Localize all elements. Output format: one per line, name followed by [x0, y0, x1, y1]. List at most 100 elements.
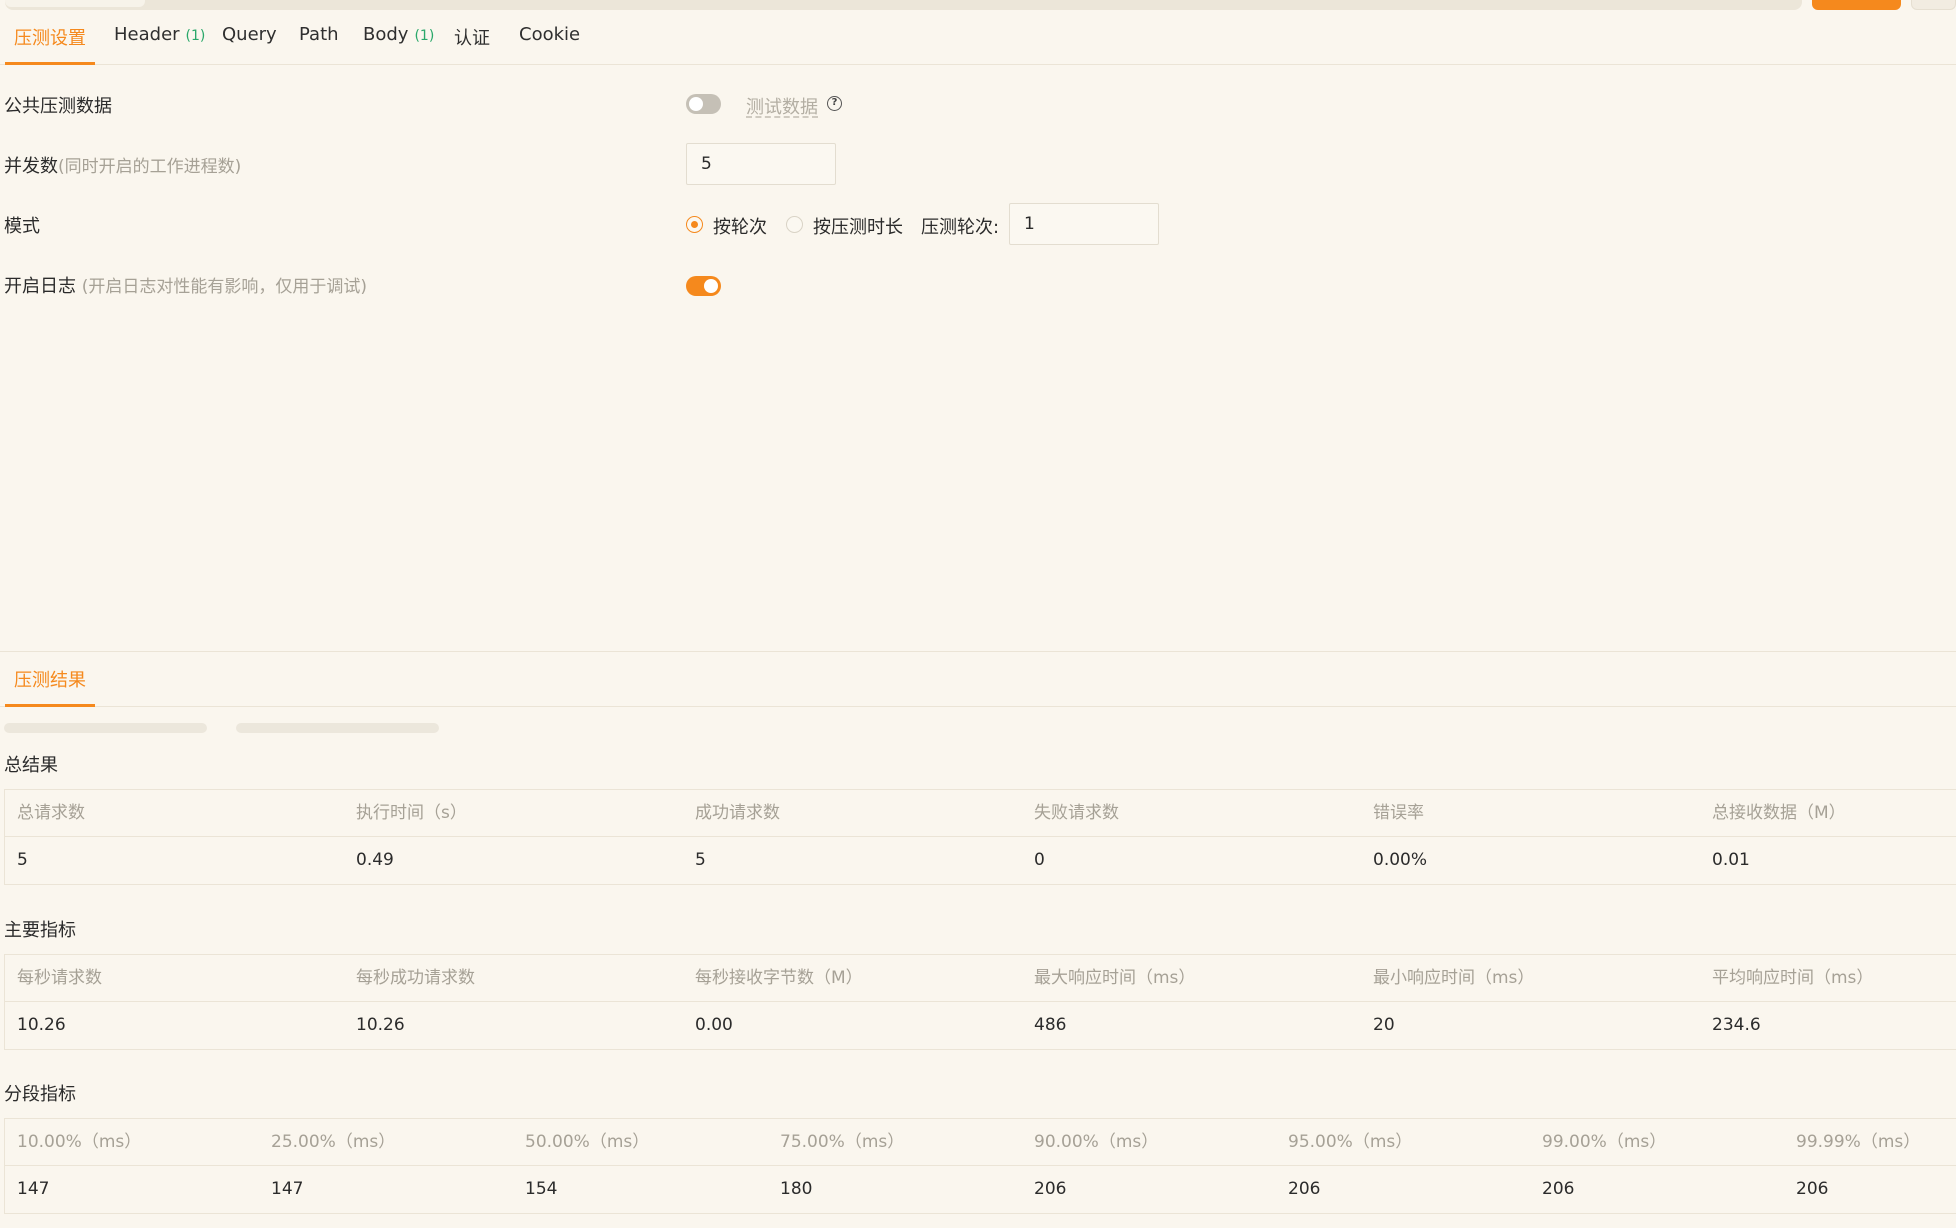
header-cell: 99.99%（ms）: [1796, 1132, 1921, 1152]
tab-label: Header: [114, 24, 180, 45]
summary-table: 总请求数 执行时间（s） 成功请求数 失败请求数 错误率 总接收数据（M） 5 …: [4, 789, 1956, 885]
tab-count-badge: (1): [414, 28, 435, 44]
tab-label: Cookie: [519, 24, 581, 45]
value-cell: 180: [780, 1179, 813, 1199]
header-cell: 执行时间（s）: [356, 803, 467, 823]
metrics-table: 每秒请求数 每秒成功请求数 每秒接收字节数（M） 最大响应时间（ms） 最小响应…: [4, 954, 1956, 1050]
rounds-label: 压测轮次:: [921, 217, 1000, 238]
header-cell: 10.00%（ms）: [17, 1132, 142, 1152]
metrics-title: 主要指标: [4, 920, 76, 941]
header-cell: 95.00%（ms）: [1288, 1132, 1413, 1152]
value-cell: 0.00: [695, 1015, 733, 1035]
header-cell: 最小响应时间（ms）: [1373, 968, 1535, 988]
header-cell: 每秒成功请求数: [356, 968, 475, 988]
table-header-row: 10.00%（ms） 25.00%（ms） 50.00%（ms） 75.00%（…: [5, 1119, 1956, 1166]
test-data-link[interactable]: 测试数据: [746, 93, 818, 119]
mode-label: 模式: [4, 216, 40, 237]
tab-label: 压测结果: [14, 670, 86, 691]
header-cell: 成功请求数: [695, 803, 780, 823]
value-cell: 206: [1542, 1179, 1575, 1199]
table-header-row: 总请求数 执行时间（s） 成功请求数 失败请求数 错误率 总接收数据（M）: [5, 790, 1956, 837]
switch-knob: [704, 279, 718, 293]
summary-title: 总结果: [4, 755, 58, 776]
tab-cookie[interactable]: Cookie: [519, 24, 580, 65]
table-row: 147 147 154 180 206 206 206 206: [5, 1166, 1956, 1213]
concurrency-label-text: 并发数: [4, 156, 58, 177]
log-label: 开启日志 (开启日志对性能有影响，仅用于调试): [4, 272, 367, 298]
tab-label: 压测设置: [14, 28, 86, 49]
header-cell: 平均响应时间（ms）: [1712, 968, 1874, 988]
tab-label: Path: [299, 24, 339, 45]
tab-query[interactable]: Query: [222, 24, 277, 65]
header-cell: 总接收数据（M）: [1712, 803, 1846, 823]
method-selector[interactable]: [5, 0, 145, 7]
value-cell: 206: [1034, 1179, 1067, 1199]
tab-count-badge: (1): [185, 28, 206, 44]
value-cell: 486: [1034, 1015, 1067, 1035]
switch-knob: [689, 97, 703, 111]
request-tabs: 压测设置 Header (1) Query Path Body (1) 认证 Coo…: [0, 14, 1956, 65]
table-header-row: 每秒请求数 每秒成功请求数 每秒接收字节数（M） 最大响应时间（ms） 最小响应…: [5, 955, 1956, 1002]
tab-load-test-results[interactable]: 压测结果: [5, 666, 95, 707]
log-hint: (开启日志对性能有影响，仅用于调试): [81, 277, 367, 297]
tab-label: 认证: [454, 28, 490, 49]
header-cell: 失败请求数: [1034, 803, 1119, 823]
value-cell: 0.01: [1712, 850, 1750, 870]
value-cell: 5: [17, 850, 28, 870]
value-cell: 0: [1034, 850, 1045, 870]
tab-header[interactable]: Header (1): [114, 24, 205, 65]
value-cell: 234.6: [1712, 1015, 1761, 1035]
tab-label: Query: [222, 24, 277, 45]
mode-by-rounds-label[interactable]: 按轮次: [713, 213, 767, 239]
tab-body[interactable]: Body (1): [363, 24, 434, 65]
header-cell: 99.00%（ms）: [1542, 1132, 1667, 1152]
value-cell: 10.26: [17, 1015, 66, 1035]
url-input-bar[interactable]: [5, 0, 1802, 10]
mode-by-duration-radio[interactable]: [786, 216, 803, 233]
header-cell: 50.00%（ms）: [525, 1132, 650, 1152]
header-cell: 每秒请求数: [17, 968, 102, 988]
top-toolbar: [0, 0, 1956, 12]
value-cell: 20: [1373, 1015, 1395, 1035]
header-cell: 75.00%（ms）: [780, 1132, 905, 1152]
log-label-text: 开启日志: [4, 276, 76, 297]
value-cell: 206: [1796, 1179, 1829, 1199]
table-row: 10.26 10.26 0.00 486 20 234.6: [5, 1002, 1956, 1049]
header-cell: 90.00%（ms）: [1034, 1132, 1159, 1152]
percentiles-table: 10.00%（ms） 25.00%（ms） 50.00%（ms） 75.00%（…: [4, 1118, 1956, 1214]
header-cell: 总请求数: [17, 803, 85, 823]
concurrency-hint: (同时开启的工作进程数): [58, 157, 242, 177]
loading-placeholder: [4, 723, 207, 733]
tab-auth[interactable]: 认证: [454, 24, 490, 65]
value-cell: 5: [695, 850, 706, 870]
value-cell: 10.26: [356, 1015, 405, 1035]
value-cell: 147: [271, 1179, 304, 1199]
value-cell: 147: [17, 1179, 50, 1199]
save-button[interactable]: [1911, 0, 1956, 10]
mode-by-rounds-radio[interactable]: [686, 216, 703, 233]
concurrency-input[interactable]: 5: [686, 143, 836, 185]
loading-placeholder: [236, 723, 439, 733]
tab-label: Body: [363, 24, 409, 45]
help-icon[interactable]: ?: [827, 96, 842, 111]
table-row: 5 0.49 5 0 0.00% 0.01: [5, 837, 1956, 884]
send-button[interactable]: [1812, 0, 1901, 10]
public-data-switch[interactable]: [686, 94, 721, 114]
tab-path[interactable]: Path: [299, 24, 339, 65]
header-cell: 25.00%（ms）: [271, 1132, 396, 1152]
results-tabs: 压测结果: [0, 652, 1956, 707]
concurrency-label: 并发数(同时开启的工作进程数): [4, 152, 241, 178]
header-cell: 错误率: [1373, 803, 1424, 823]
tab-load-test-settings[interactable]: 压测设置: [5, 24, 95, 65]
value-cell: 0.49: [356, 850, 394, 870]
header-cell: 最大响应时间（ms）: [1034, 968, 1196, 988]
header-cell: 每秒接收字节数（M）: [695, 968, 863, 988]
public-data-label: 公共压测数据: [4, 96, 112, 117]
value-cell: 206: [1288, 1179, 1321, 1199]
rounds-input[interactable]: 1: [1009, 203, 1159, 245]
percentiles-title: 分段指标: [4, 1084, 76, 1105]
log-switch[interactable]: [686, 276, 721, 296]
mode-by-duration-label[interactable]: 按压测时长: [813, 213, 903, 239]
value-cell: 0.00%: [1373, 850, 1428, 870]
value-cell: 154: [525, 1179, 558, 1199]
